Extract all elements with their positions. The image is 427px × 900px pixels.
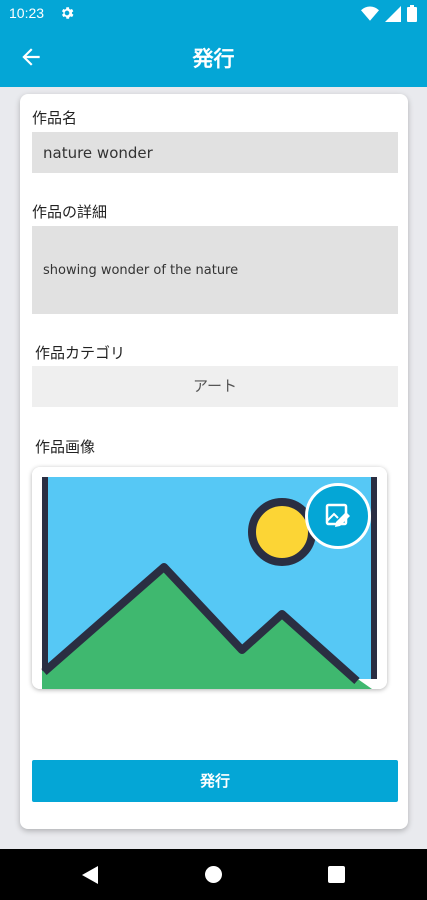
wifi-icon [361,6,379,21]
title-field[interactable]: nature wonder [32,132,398,173]
category-label: 作品カテゴリ [35,344,126,362]
battery-icon [407,5,417,22]
signal-icon [385,5,401,22]
publish-button[interactable]: 発行 [32,760,398,802]
status-icons [361,5,417,22]
edit-image-icon [325,503,350,527]
title-label: 作品名 [32,109,78,127]
title-value: nature wonder [43,144,153,162]
gear-icon [61,7,74,19]
category-value: アート [192,377,238,395]
category-select[interactable]: アート [32,366,398,407]
nav-recents-icon[interactable] [328,866,345,883]
status-time: 10:23 [9,5,45,21]
nav-back-icon[interactable] [82,866,98,884]
detail-field[interactable]: showing wonder of the nature [32,226,398,314]
nav-home-icon[interactable] [205,866,222,883]
status-bar: 10:23 [0,0,427,26]
app-bar: 発行 [0,26,427,87]
detail-value: showing wonder of the nature [43,263,239,278]
image-label: 作品画像 [35,438,96,456]
edit-image-button[interactable] [305,483,371,549]
detail-label: 作品の詳細 [32,203,108,221]
page-title: 発行 [192,47,235,71]
